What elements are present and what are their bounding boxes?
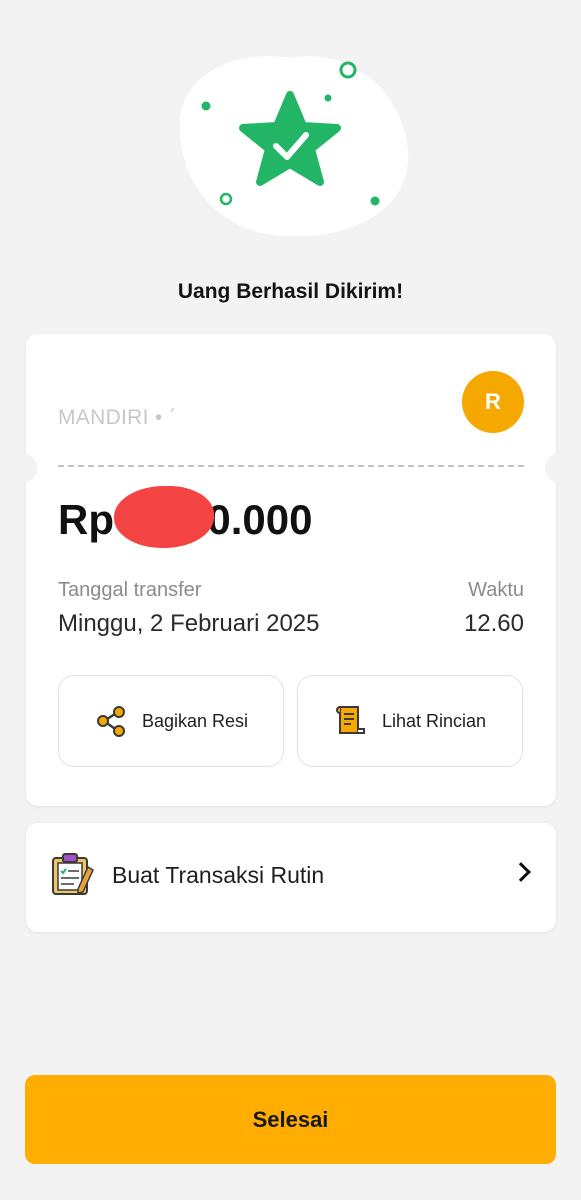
- decoration-dot: [324, 94, 332, 102]
- date-label: Tanggal transfer: [58, 579, 202, 601]
- receipt-card: MANDIRI • ˊ R Rp 000.000 Tanggal transfe…: [15, 334, 567, 806]
- recipient-avatar: R: [462, 371, 524, 433]
- view-details-label: Lihat Rincian: [381, 710, 487, 731]
- ticket-notch-right: [545, 454, 567, 482]
- date-value: Minggu, 2 Februari 2025: [58, 610, 320, 637]
- share-receipt-label: Bagikan Resi: [141, 710, 249, 731]
- ticket-divider: [58, 465, 524, 467]
- time-label: Waktu: [468, 579, 524, 601]
- receipt-icon: [336, 706, 365, 734]
- decoration-dot: [201, 101, 211, 111]
- success-title: Uang Berhasil Dikirim!: [177, 280, 404, 303]
- bank-name: MANDIRI • ˊ: [58, 406, 176, 429]
- done-button[interactable]: Selesai: [25, 1075, 556, 1164]
- share-icon: [96, 706, 125, 737]
- decoration-dot: [370, 196, 380, 206]
- routine-transaction-label: Buat Transaksi Rutin: [112, 862, 325, 888]
- ticket-notch-left: [15, 454, 37, 482]
- view-details-button[interactable]: Lihat Rincian: [297, 675, 523, 767]
- chevron-right-icon: [511, 862, 531, 882]
- time-value: 12.60: [463, 610, 524, 637]
- clipboard-icon: [52, 853, 94, 895]
- redaction-mark: [114, 486, 214, 548]
- success-illustration: [179, 56, 409, 237]
- share-receipt-button[interactable]: Bagikan Resi: [58, 675, 284, 767]
- routine-transaction-row[interactable]: Buat Transaksi Rutin: [26, 823, 556, 932]
